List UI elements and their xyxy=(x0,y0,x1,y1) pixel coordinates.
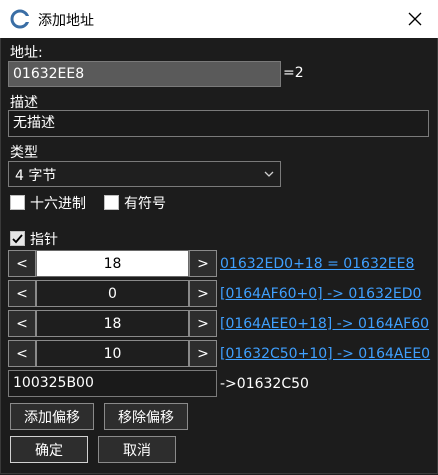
description-label: 描述 xyxy=(10,95,38,111)
offset-input[interactable]: 0 xyxy=(36,280,189,307)
base-address-input[interactable]: 100325B00 xyxy=(8,370,217,397)
offset-increment-button[interactable]: > xyxy=(189,310,217,337)
offset-decrement-button[interactable]: < xyxy=(8,280,36,307)
pointer-checkbox[interactable] xyxy=(10,231,25,246)
offset-input[interactable]: 18 xyxy=(36,250,189,277)
address-input[interactable]: 01632EE8 xyxy=(8,61,281,87)
offset-input[interactable]: 18 xyxy=(36,310,189,337)
remove-offset-button[interactable]: 移除偏移 xyxy=(104,403,188,430)
window-title: 添加地址 xyxy=(38,13,94,29)
address-result: =2 xyxy=(283,65,304,81)
offset-decrement-button[interactable]: < xyxy=(8,310,36,337)
checkmark-icon xyxy=(12,234,23,244)
offset-address-link[interactable]: 01632ED0+18 = 01632EE8 xyxy=(220,256,414,272)
add-offset-button[interactable]: 添加偏移 xyxy=(10,403,94,430)
type-select[interactable]: 4 字节 xyxy=(8,161,281,187)
ok-button[interactable]: 确定 xyxy=(10,436,88,463)
address-label: 地址: xyxy=(10,45,43,61)
close-icon xyxy=(408,12,422,26)
offset-increment-button[interactable]: > xyxy=(189,250,217,277)
offset-decrement-button[interactable]: < xyxy=(8,340,36,367)
offset-address-link[interactable]: [01632C50+10] -> 0164AEE0 xyxy=(220,346,430,362)
title-bar: 添加地址 xyxy=(0,0,438,38)
signed-checkbox-label: 有符号 xyxy=(124,196,166,212)
offset-address-link[interactable]: [0164AF60+0] -> 01632ED0 xyxy=(220,286,421,302)
cancel-button[interactable]: 取消 xyxy=(98,436,176,463)
hex-checkbox[interactable] xyxy=(10,195,25,210)
type-select-value: 4 字节 xyxy=(15,168,57,184)
offset-address-link[interactable]: [0164AEE0+18] -> 0164AF60 xyxy=(220,316,429,332)
offset-increment-button[interactable]: > xyxy=(189,340,217,367)
offset-decrement-button[interactable]: < xyxy=(8,250,36,277)
hex-checkbox-label: 十六进制 xyxy=(30,196,86,212)
close-button[interactable] xyxy=(392,0,438,38)
pointer-checkbox-label: 指针 xyxy=(30,232,58,248)
offset-input[interactable]: 10 xyxy=(36,340,189,367)
offset-increment-button[interactable]: > xyxy=(189,280,217,307)
base-address-result: ->01632C50 xyxy=(220,376,309,392)
chevron-down-icon xyxy=(264,171,274,177)
type-label: 类型 xyxy=(10,145,38,161)
signed-checkbox[interactable] xyxy=(104,195,119,210)
description-input[interactable]: 无描述 xyxy=(8,110,429,137)
cheat-engine-icon xyxy=(10,9,30,29)
